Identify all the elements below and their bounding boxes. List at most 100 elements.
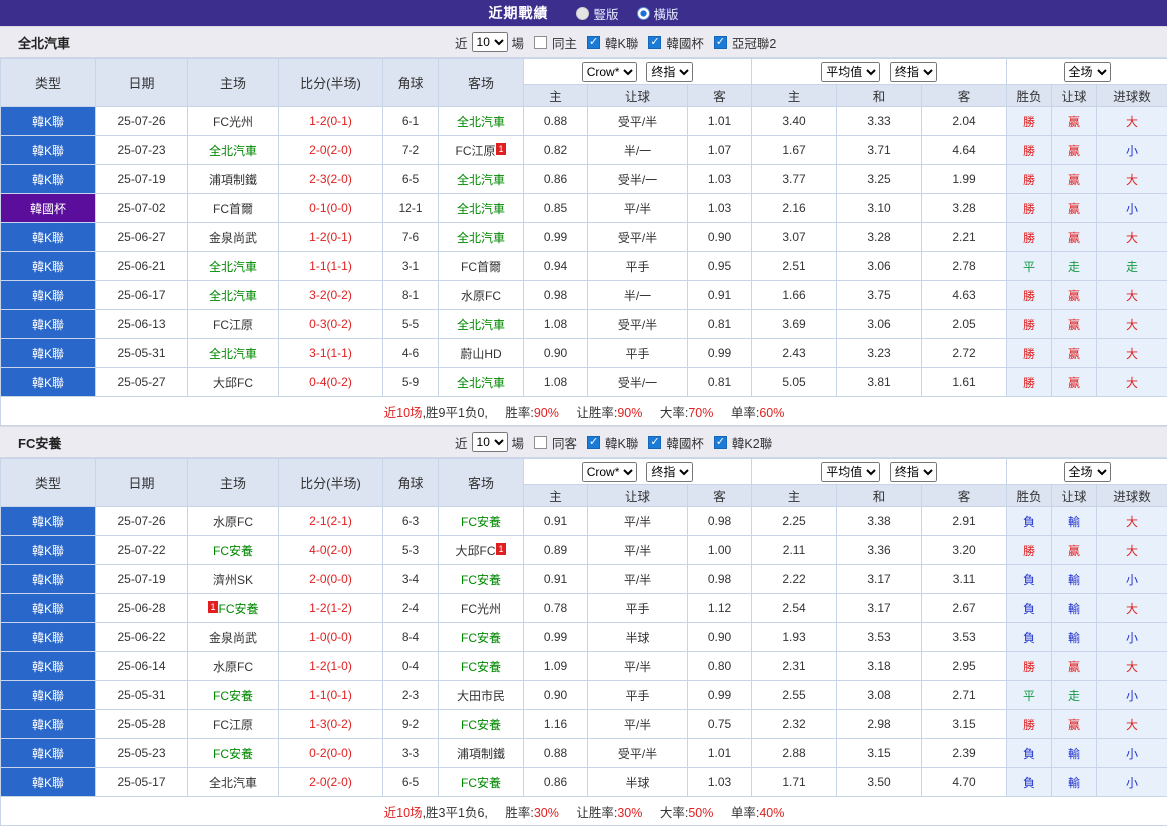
asia-handicap: 平手 (587, 338, 688, 368)
score-cell: 2-0(2-0) (278, 135, 383, 165)
asia-away-odds: 1.01 (686, 106, 753, 136)
average-select[interactable]: 平均值 (821, 461, 881, 482)
result-verdict: 勝 (1006, 106, 1053, 136)
match-date: 25-07-26 (95, 506, 188, 536)
match-date: 25-07-22 (95, 535, 188, 565)
col-goals: 进球数 (1096, 484, 1167, 507)
home-team: 水原FC (187, 506, 279, 536)
euro-draw-odds: 3.33 (836, 106, 923, 136)
asia-away-odds: 1.03 (686, 164, 753, 194)
asia-stage-select[interactable]: 终指 (646, 61, 694, 82)
asia-home-odds: 0.94 (523, 251, 588, 281)
euro-home-odds: 2.43 (751, 338, 838, 368)
match-count-select[interactable]: 10 (471, 432, 508, 452)
league-checkbox-1[interactable] (587, 35, 601, 49)
col-euro-away: 客 (921, 84, 1008, 107)
period-select[interactable]: 全场 (1063, 61, 1111, 82)
asia-home-odds: 1.16 (523, 709, 588, 739)
euro-odds-controls: 平均值 终指 (751, 458, 1008, 485)
league-badge: 韓K聯 (0, 593, 96, 623)
corner-cell: 8-4 (382, 622, 439, 652)
col-asia-handicap: 让球 (587, 484, 688, 507)
home-team-name: FC安養 (213, 688, 253, 703)
away-team: 全北汽車 (438, 106, 524, 136)
corner-cell: 7-6 (382, 222, 439, 252)
handicap-verdict: 赢 (1051, 106, 1098, 136)
bookmaker-select[interactable]: Crow* (581, 461, 637, 482)
col-goals: 进球数 (1096, 84, 1167, 107)
match-count-select[interactable]: 10 (471, 32, 508, 52)
asia-home-odds: 0.91 (523, 564, 588, 594)
filter-controls: 近 10 場 同客 韓K聯 韓國杯 韓K2聯 (455, 432, 772, 452)
match-date: 25-07-23 (95, 135, 188, 165)
col-away: 客场 (438, 458, 524, 507)
goals-verdict: 小 (1096, 135, 1167, 165)
summary-text: 近10场,胜9平1负0, 胜率:90% 让胜率:90% 大率:70% 单率:60… (0, 396, 1167, 426)
league-checkbox-2[interactable] (648, 435, 662, 449)
same-venue-checkbox[interactable] (534, 35, 548, 49)
asia-handicap: 平/半 (587, 564, 688, 594)
euro-stage-select[interactable]: 终指 (889, 61, 937, 82)
asia-home-odds: 0.98 (523, 280, 588, 310)
col-euro-home: 主 (751, 84, 838, 107)
same-venue-checkbox[interactable] (534, 435, 548, 449)
match-date: 25-05-23 (95, 738, 188, 768)
euro-away-odds: 2.91 (921, 506, 1008, 536)
away-team-name: FC安養 (461, 717, 501, 732)
summary-row: 近10场,胜9平1负0, 胜率:90% 让胜率:90% 大率:70% 单率:60… (0, 396, 1167, 426)
bookmaker-select[interactable]: Crow* (581, 61, 637, 82)
horizontal-layout-radio[interactable]: 橫版 (636, 4, 679, 23)
euro-draw-odds: 3.18 (836, 651, 923, 681)
match-date: 25-05-17 (95, 767, 188, 797)
asia-home-odds: 1.08 (523, 367, 588, 397)
euro-away-odds: 2.21 (921, 222, 1008, 252)
goals-verdict: 走 (1096, 251, 1167, 281)
asia-handicap: 平/半 (587, 506, 688, 536)
corner-cell: 2-4 (382, 593, 439, 623)
average-select[interactable]: 平均值 (821, 61, 881, 82)
away-team-name: FC安養 (461, 630, 501, 645)
euro-away-odds: 2.71 (921, 680, 1008, 710)
league-checkbox-2[interactable] (648, 35, 662, 49)
vertical-layout-radio[interactable]: 豎版 (576, 4, 619, 23)
euro-stage-select[interactable]: 终指 (889, 461, 937, 482)
home-team-name: 水原FC (213, 659, 253, 674)
away-team-name: 蔚山HD (460, 346, 502, 361)
match-row: 韓K聯 25-07-26 FC光州 1-2(0-1) 6-1 全北汽車 0.88… (0, 106, 1167, 136)
asia-home-odds: 0.90 (523, 680, 588, 710)
section-header: 全北汽車 近 10 場 同主 韓K聯 韓國杯 亞冠聯2 (0, 26, 1167, 58)
away-team: FC安養 (438, 709, 524, 739)
euro-away-odds: 3.11 (921, 564, 1008, 594)
col-asia-home: 主 (523, 84, 588, 107)
home-team-name: 大邱FC (213, 375, 253, 390)
top-title-bar: 近期戰績 豎版 橫版 (0, 0, 1167, 26)
team-name: 全北汽車 (18, 35, 71, 51)
home-team-name: 金泉尚武 (208, 230, 257, 245)
red-card-badge: 1 (496, 142, 506, 155)
asia-home-odds: 1.08 (523, 309, 588, 339)
euro-home-odds: 2.32 (751, 709, 838, 739)
corner-cell: 4-6 (382, 338, 439, 368)
score-cell: 1-0(0-0) (278, 622, 383, 652)
asia-away-odds: 1.03 (686, 193, 753, 223)
asia-stage-select[interactable]: 终指 (646, 461, 694, 482)
result-verdict: 勝 (1006, 651, 1053, 681)
away-team-name: 全北汽車 (456, 172, 505, 187)
radio-selected-icon[interactable] (636, 6, 650, 20)
league-checkbox-1[interactable] (587, 435, 601, 449)
asia-handicap: 半球 (587, 622, 688, 652)
radio-unselected-icon[interactable] (576, 6, 590, 20)
red-card-badge: 1 (496, 542, 506, 555)
result-verdict: 負 (1006, 767, 1053, 797)
goals-verdict: 大 (1096, 106, 1167, 136)
period-select[interactable]: 全场 (1063, 461, 1111, 482)
result-verdict: 平 (1006, 251, 1053, 281)
home-team: 全北汽車 (187, 767, 279, 797)
asia-handicap: 受平/半 (587, 106, 688, 136)
away-team-name: FC光州 (461, 601, 501, 616)
league-checkbox-3[interactable] (713, 35, 727, 49)
period-controls: 全场 (1006, 58, 1167, 85)
asia-away-odds: 0.95 (686, 251, 753, 281)
away-team: 大田市民 (438, 680, 524, 710)
league-checkbox-3[interactable] (713, 435, 727, 449)
